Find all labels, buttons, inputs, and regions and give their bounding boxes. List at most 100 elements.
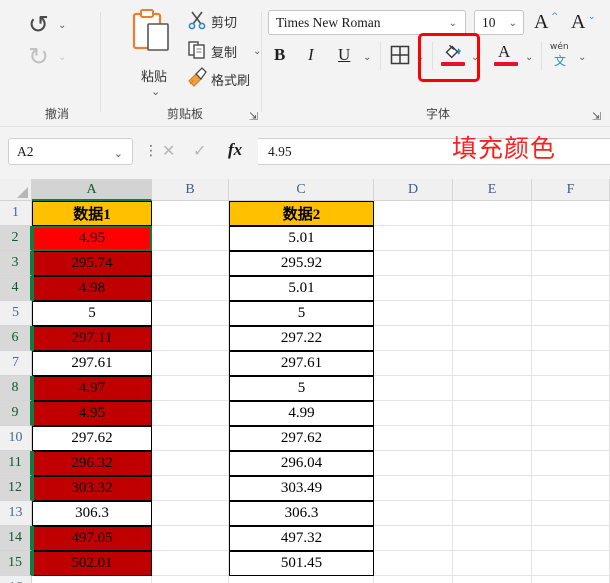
cell-B13[interactable] xyxy=(152,501,229,526)
cell-C1[interactable]: 数据2 xyxy=(229,201,374,226)
cell-E6[interactable] xyxy=(453,326,532,351)
cell-E10[interactable] xyxy=(453,426,532,451)
column-header-E[interactable]: E xyxy=(453,179,532,201)
cell-C15[interactable]: 501.45 xyxy=(229,551,374,576)
paste-dropdown-caret[interactable]: ⌄ xyxy=(151,86,160,97)
cell-D9[interactable] xyxy=(374,401,453,426)
format-painter-label[interactable]: 格式刷 xyxy=(211,70,250,89)
cell-A7[interactable]: 297.61 xyxy=(32,351,152,376)
cell-F2[interactable] xyxy=(532,226,610,251)
select-all-corner[interactable] xyxy=(0,179,32,201)
cell-E7[interactable] xyxy=(453,351,532,376)
row-header-11[interactable]: 11 xyxy=(0,451,32,476)
cell-F12[interactable] xyxy=(532,476,610,501)
cell-D14[interactable] xyxy=(374,526,453,551)
cell-E3[interactable] xyxy=(453,251,532,276)
cell-D8[interactable] xyxy=(374,376,453,401)
cell-E5[interactable] xyxy=(453,301,532,326)
row-header-2[interactable]: 2 xyxy=(0,226,32,251)
cell-C4[interactable]: 5.01 xyxy=(229,276,374,301)
cell-E4[interactable] xyxy=(453,276,532,301)
font-size-input[interactable]: 10 ⌄ xyxy=(474,10,524,35)
undo-dropdown-caret[interactable]: ⌄ xyxy=(58,21,66,31)
cell-B2[interactable] xyxy=(152,226,229,251)
cell-A9[interactable]: 4.95 xyxy=(32,401,152,426)
shrink-font-button[interactable]: A xyxy=(571,11,585,34)
cell-D6[interactable] xyxy=(374,326,453,351)
insert-function-icon[interactable]: fx xyxy=(228,140,242,160)
cell-F8[interactable] xyxy=(532,376,610,401)
font-color-letter[interactable]: A xyxy=(498,42,510,62)
phonetic-guide-top-label[interactable]: wén xyxy=(550,42,569,52)
cell-C7[interactable]: 297.61 xyxy=(229,351,374,376)
cell-B4[interactable] xyxy=(152,276,229,301)
cell-E2[interactable] xyxy=(453,226,532,251)
cell-A2[interactable]: 4.95 xyxy=(32,226,152,251)
cell-E1[interactable] xyxy=(453,201,532,226)
row-header-14[interactable]: 14 xyxy=(0,526,32,551)
font-name-input[interactable]: Times New Roman ⌄ xyxy=(268,10,466,35)
row-header-8[interactable]: 8 xyxy=(0,376,32,401)
row-header-4[interactable]: 4 xyxy=(0,276,32,301)
cell-C16[interactable] xyxy=(229,576,374,583)
cell-C9[interactable]: 4.99 xyxy=(229,401,374,426)
name-box-caret-icon[interactable]: ⌄ xyxy=(114,148,123,159)
cell-F1[interactable] xyxy=(532,201,610,226)
cell-F14[interactable] xyxy=(532,526,610,551)
cell-A8[interactable]: 4.97 xyxy=(32,376,152,401)
cell-D15[interactable] xyxy=(374,551,453,576)
column-header-D[interactable]: D xyxy=(374,179,453,201)
cell-E9[interactable] xyxy=(453,401,532,426)
row-header-1[interactable]: 1 xyxy=(0,201,32,226)
font-color-swatch[interactable] xyxy=(494,62,518,66)
copy-button-label[interactable]: 复制 xyxy=(211,42,237,61)
font-dialog-launcher-icon[interactable]: ⇲ xyxy=(592,110,604,123)
cell-A11[interactable]: 296.32 xyxy=(32,451,152,476)
cell-B1[interactable] xyxy=(152,201,229,226)
cell-D2[interactable] xyxy=(374,226,453,251)
cell-C13[interactable]: 306.3 xyxy=(229,501,374,526)
cell-B9[interactable] xyxy=(152,401,229,426)
cell-C5[interactable]: 5 xyxy=(229,301,374,326)
cell-C2[interactable]: 5.01 xyxy=(229,226,374,251)
row-header-16[interactable]: 16 xyxy=(0,576,32,583)
cell-B15[interactable] xyxy=(152,551,229,576)
cell-A12[interactable]: 303.32 xyxy=(32,476,152,501)
row-header-7[interactable]: 7 xyxy=(0,351,32,376)
cell-F10[interactable] xyxy=(532,426,610,451)
cell-F5[interactable] xyxy=(532,301,610,326)
cell-F15[interactable] xyxy=(532,551,610,576)
cell-F11[interactable] xyxy=(532,451,610,476)
row-header-5[interactable]: 5 xyxy=(0,301,32,326)
cell-B12[interactable] xyxy=(152,476,229,501)
cell-D13[interactable] xyxy=(374,501,453,526)
phonetic-dropdown-caret[interactable]: ⌄ xyxy=(578,53,586,63)
cell-B5[interactable] xyxy=(152,301,229,326)
column-header-B[interactable]: B xyxy=(152,179,229,201)
cell-A10[interactable]: 297.62 xyxy=(32,426,152,451)
borders-dropdown-caret[interactable]: ⌄ xyxy=(416,53,424,63)
formula-input[interactable]: 4.95 xyxy=(258,138,610,165)
font-color-dropdown-caret[interactable]: ⌄ xyxy=(525,53,533,63)
undo-icon[interactable]: ↺ xyxy=(28,12,49,37)
cell-A4[interactable]: 4.98 xyxy=(32,276,152,301)
cell-D5[interactable] xyxy=(374,301,453,326)
phonetic-guide-icon[interactable]: 文 xyxy=(554,52,566,69)
cell-E12[interactable] xyxy=(453,476,532,501)
cell-D1[interactable] xyxy=(374,201,453,226)
cell-B11[interactable] xyxy=(152,451,229,476)
cell-E14[interactable] xyxy=(453,526,532,551)
row-header-6[interactable]: 6 xyxy=(0,326,32,351)
cell-F4[interactable] xyxy=(532,276,610,301)
cell-A16[interactable] xyxy=(32,576,152,583)
cell-E8[interactable] xyxy=(453,376,532,401)
cancel-icon[interactable]: ✕ xyxy=(162,141,175,160)
row-header-15[interactable]: 15 xyxy=(0,551,32,576)
bold-button[interactable]: B xyxy=(274,45,285,65)
cell-A6[interactable]: 297.11 xyxy=(32,326,152,351)
italic-button[interactable]: I xyxy=(308,45,314,65)
cell-D4[interactable] xyxy=(374,276,453,301)
cell-B7[interactable] xyxy=(152,351,229,376)
cell-E15[interactable] xyxy=(453,551,532,576)
formula-bar-more-icon[interactable]: ⋮ xyxy=(144,144,158,158)
